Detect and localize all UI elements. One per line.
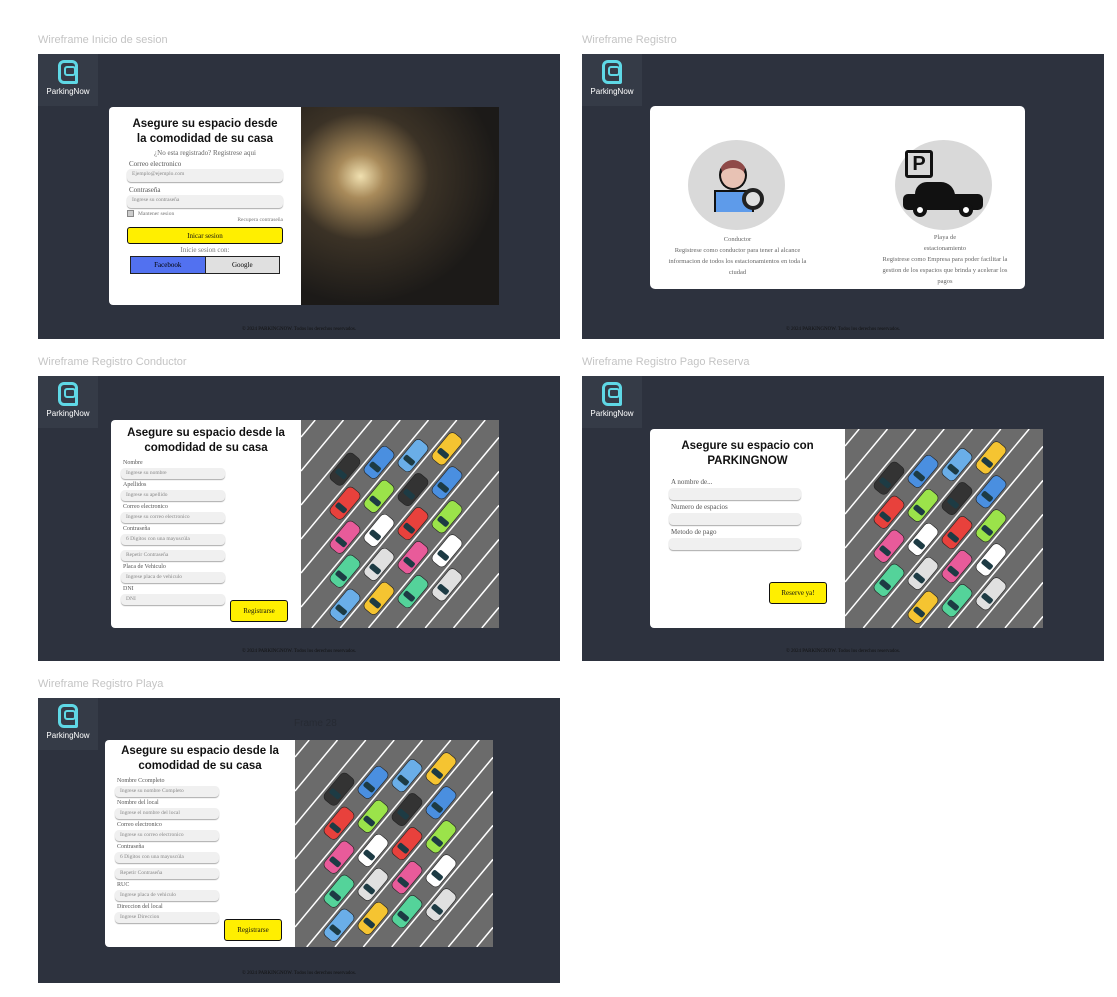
brand-name: ParkingNow: [46, 409, 90, 418]
field-label: Correo electronico: [117, 822, 162, 828]
login-card: Asegure su espacio desde la comodidad de…: [109, 107, 301, 305]
password-label: Contraseña: [129, 186, 161, 194]
page-title: Asegure su espacio desde la comodidad de…: [132, 118, 278, 145]
form-input[interactable]: Ingrese su correo electronico: [115, 830, 219, 841]
field-label: RUC: [117, 882, 130, 888]
logo: ParkingNow: [38, 54, 98, 106]
footer: © 2024 PARKINGNOW. Todos los derechos re…: [241, 971, 357, 976]
footer: © 2024 PARKINGNOW. Todos los derechos re…: [785, 649, 901, 654]
field-label: Correo electronico: [123, 504, 168, 510]
logo: ParkingNow: [582, 376, 642, 428]
form-input[interactable]: 6 Digitos con una mayuscúla: [115, 852, 219, 863]
lot-form-card: Asegure su espacio desde la comodidad de…: [105, 740, 295, 947]
form-input[interactable]: Ingrese su apellido: [121, 490, 225, 501]
driver-icon: [688, 140, 785, 230]
form-input[interactable]: DNI: [121, 594, 225, 605]
field-label: [123, 547, 225, 549]
form-input[interactable]: [669, 488, 801, 500]
logo: ParkingNow: [38, 376, 98, 428]
field-label: Metodo de pago: [671, 528, 717, 536]
form-input[interactable]: Ingrese placa de vehiculo: [121, 572, 225, 583]
field-label: Direccion del local: [117, 904, 163, 910]
brand-name: ParkingNow: [46, 87, 90, 96]
form-input[interactable]: Ingrese Direccion: [115, 912, 219, 923]
logo-icon: [58, 382, 78, 406]
field-label: A nombre de...: [671, 478, 713, 486]
payment-card: Asegure su espacio con PARKINGNOW A nomb…: [650, 429, 845, 628]
driver-form-card: Asegure su espacio desde la comodidad de…: [111, 420, 301, 628]
page-title: Asegure su espacio desde la comodidad de…: [121, 745, 279, 772]
parking-lot-illustration: [845, 429, 1043, 628]
logo-icon: [602, 382, 622, 406]
logo: ParkingNow: [582, 54, 642, 106]
logo: ParkingNow: [38, 698, 98, 750]
remember-checkbox[interactable]: [127, 210, 134, 217]
form-input[interactable]: [669, 538, 801, 550]
frame-label: Wireframe Registro: [582, 34, 677, 46]
frame-label: Wireframe Registro Playa: [38, 678, 164, 690]
recover-link[interactable]: Recupera contraseña: [127, 217, 283, 223]
google-button[interactable]: Google: [204, 257, 279, 273]
lot-title: Playa de estacionamiento: [923, 234, 967, 252]
remember-label: Mantener sesion: [138, 210, 175, 217]
logo-icon: [602, 60, 622, 84]
parking-car-icon: P: [895, 140, 992, 230]
field-label: Placa de Vehiculo: [123, 564, 166, 570]
form-input[interactable]: Ingrese su nombre Completo: [115, 786, 219, 797]
frame-name: Frame 28: [294, 718, 337, 729]
page-title: Asegure su espacio con PARKINGNOW: [681, 440, 814, 467]
field-label: Nombre: [123, 460, 143, 466]
brand-name: ParkingNow: [46, 731, 90, 740]
brand-name: ParkingNow: [590, 409, 634, 418]
frame-lot-register: ParkingNow Frame 28 Asegure su espacio d…: [38, 698, 560, 983]
facebook-button[interactable]: Facebook: [131, 257, 205, 273]
login-button[interactable]: Inicar sesion: [127, 227, 283, 244]
driver-title: Conductor: [723, 236, 752, 243]
form-input[interactable]: 6 Digitos con una mayuscúla: [121, 534, 225, 545]
register-link[interactable]: ¿No esta registrado? Registrese aqui: [127, 149, 283, 157]
frame-label: Wireframe Registro Conductor: [38, 356, 187, 368]
frame-login: ParkingNow Asegure su espacio desde la c…: [38, 54, 560, 339]
field-label: Nombre Ccompleto: [117, 778, 165, 784]
form-input[interactable]: Ingrese placa de vehiculo: [115, 890, 219, 901]
field-label: Nombre del local: [117, 800, 159, 806]
field-label: [117, 865, 219, 867]
frame-driver-register: ParkingNow Asegure su espacio desde la c…: [38, 376, 560, 661]
parking-lot-illustration: [301, 420, 499, 628]
frame-register: ParkingNow Conductor Registrese como cond…: [582, 54, 1104, 339]
frame-label: Wireframe Inicio de sesion: [38, 34, 168, 46]
form-input[interactable]: Ingrese el nombre del local: [115, 808, 219, 819]
driver-description: Registrese como conductor para tener al …: [668, 247, 807, 276]
email-input[interactable]: Ejemplo@ejemplo.com: [127, 169, 283, 182]
social-label: Inicie sesion con:: [180, 246, 230, 254]
form-input[interactable]: Repetir Contraseña: [121, 550, 225, 561]
form-input[interactable]: Ingrese su correo electronico: [121, 512, 225, 523]
footer: © 2024 PARKINGNOW. Todos los derechos re…: [241, 649, 357, 654]
parking-lot-illustration: [295, 740, 493, 947]
field-label: Contraseña: [123, 526, 150, 532]
form-input[interactable]: [669, 513, 801, 525]
reserve-button[interactable]: Reserve ya!: [769, 582, 827, 604]
register-button[interactable]: Registrarse: [230, 600, 288, 622]
footer: © 2024 PARKINGNOW. Todos los derechos re…: [785, 327, 901, 332]
footer: © 2024 PARKINGNOW. Todos los derechos re…: [241, 327, 357, 332]
field-label: DNI: [123, 586, 134, 592]
field-label: Apellidos: [123, 482, 147, 488]
field-label: Numero de espacios: [671, 503, 728, 511]
parked-cars-photo: [301, 107, 499, 305]
email-label: Correo electronico: [129, 160, 182, 168]
register-choice-card: Conductor Registrese como conductor para …: [650, 106, 1025, 289]
form-input[interactable]: Repetir Contraseña: [115, 868, 219, 879]
frame-label: Wireframe Registro Pago Reserva: [582, 356, 750, 368]
password-input[interactable]: Ingrese su contraseña: [127, 195, 283, 208]
form-input[interactable]: Ingrese su nombre: [121, 468, 225, 479]
lot-description: Registrese como Empresa para poder facil…: [882, 256, 1008, 285]
frame-payment: ParkingNow Asegure su espacio con PARKIN…: [582, 376, 1104, 661]
register-button[interactable]: Registrarse: [224, 919, 282, 941]
logo-icon: [58, 704, 78, 728]
field-label: Contraseña: [117, 844, 144, 850]
logo-icon: [58, 60, 78, 84]
page-title: Asegure su espacio desde la comodidad de…: [127, 427, 285, 454]
brand-name: ParkingNow: [590, 87, 634, 96]
